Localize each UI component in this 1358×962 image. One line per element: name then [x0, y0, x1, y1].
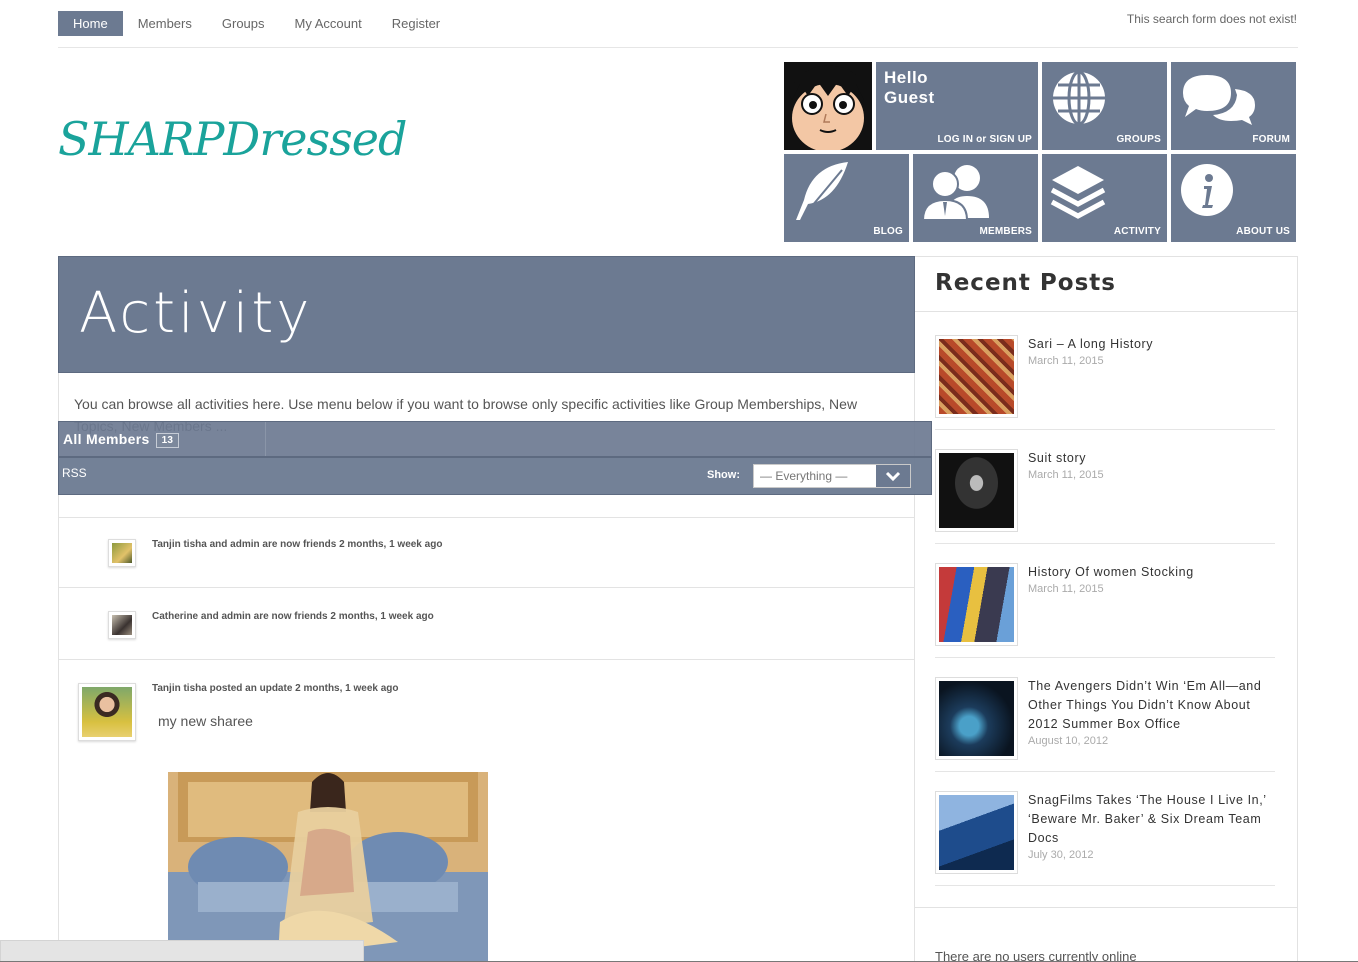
- post-thumbnail-image: [939, 453, 1014, 528]
- tile-forum[interactable]: FORUM: [1171, 62, 1296, 150]
- members-count-badge: 13: [155, 432, 180, 448]
- site-logo[interactable]: SHARPDressed: [58, 112, 407, 166]
- activity-item-text: Catherine and admin are now friends 2 mo…: [152, 611, 434, 622]
- avatar[interactable]: [78, 683, 136, 741]
- chat-bubbles-icon: [1183, 75, 1255, 125]
- post-date: August 10, 2012: [1028, 735, 1109, 747]
- tile-groups[interactable]: GROUPS: [1042, 62, 1167, 150]
- forum-label: FORUM: [1252, 134, 1290, 145]
- globe-icon: [1053, 70, 1105, 126]
- nav-register[interactable]: Register: [377, 11, 455, 36]
- post-thumbnail-image: [939, 567, 1014, 642]
- tile-activity[interactable]: ACTIVITY: [1042, 154, 1167, 242]
- post-date: March 11, 2015: [1028, 469, 1104, 481]
- tile-about-us[interactable]: ABOUT US: [1171, 154, 1296, 242]
- show-label: Show:: [707, 469, 740, 481]
- post-thumbnail-image: [939, 681, 1014, 756]
- saree-photo-image: [168, 772, 488, 962]
- divider: [935, 657, 1275, 658]
- rss-link[interactable]: RSS: [62, 466, 87, 480]
- divider: [935, 543, 1275, 544]
- filter-selected-value: — Everything —: [760, 469, 848, 483]
- activity-filter-bar: RSS Show: — Everything —: [58, 457, 932, 495]
- tab-all-members-label: All Members: [63, 431, 150, 447]
- about-us-label: ABOUT US: [1236, 226, 1290, 237]
- avatar-image: [112, 615, 132, 635]
- feather-icon: [796, 162, 848, 220]
- layers-icon: [1050, 166, 1106, 219]
- tile-members[interactable]: MEMBERS: [913, 154, 1038, 242]
- activity-tabs: All Members 13: [58, 421, 932, 457]
- chevron-down-icon: [885, 471, 901, 482]
- nav-my-account[interactable]: My Account: [280, 11, 377, 36]
- avatar-image: [112, 543, 132, 563]
- page-title: Activity: [79, 281, 313, 346]
- divider: [59, 517, 914, 518]
- post-title[interactable]: Sari – A long History: [1028, 335, 1278, 354]
- post-date: July 30, 2012: [1028, 849, 1094, 861]
- dropdown-toggle[interactable]: [876, 465, 910, 487]
- tab-divider: [265, 422, 266, 456]
- search-message: This search form does not exist!: [1126, 12, 1297, 26]
- activity-header: Activity: [58, 256, 915, 373]
- post-title[interactable]: Suit story: [1028, 449, 1278, 468]
- divider: [59, 587, 914, 588]
- activity-update-content: my new sharee: [158, 713, 253, 729]
- info-icon: [1181, 164, 1233, 216]
- login-label[interactable]: LOG IN or SIGN UP: [937, 134, 1032, 145]
- divider: [935, 885, 1275, 886]
- recent-post-item[interactable]: SnagFilms Takes ‘The House I Live In,’ ‘…: [935, 791, 1275, 875]
- nav-home[interactable]: Home: [58, 11, 123, 36]
- post-title[interactable]: The Avengers Didn’t Win ‘Em All—and Othe…: [1028, 677, 1278, 734]
- divider: [935, 429, 1275, 430]
- recent-post-item[interactable]: History Of women Stocking March 11, 2015: [935, 563, 1275, 647]
- recent-post-item[interactable]: Suit story March 11, 2015: [935, 449, 1275, 533]
- post-date: March 11, 2015: [1028, 583, 1104, 595]
- activity-item-text: Tanjin tisha and admin are now friends 2…: [152, 539, 443, 550]
- post-thumbnail[interactable]: [935, 791, 1018, 874]
- activity-item-text: Tanjin tisha posted an update 2 months, …: [152, 683, 399, 694]
- nav-members[interactable]: Members: [123, 11, 207, 36]
- top-nav: Home Members Groups My Account Register: [58, 11, 455, 36]
- post-title[interactable]: SnagFilms Takes ‘The House I Live In,’ ‘…: [1028, 791, 1278, 848]
- activity-photo[interactable]: [168, 772, 488, 962]
- recent-posts-title: Recent Posts: [935, 270, 1116, 296]
- nav-groups[interactable]: Groups: [207, 11, 280, 36]
- tile-blog[interactable]: BLOG: [784, 154, 909, 242]
- divider: [915, 907, 1298, 908]
- post-thumbnail-image: [939, 795, 1014, 870]
- post-title[interactable]: History Of women Stocking: [1028, 563, 1278, 582]
- post-thumbnail-image: [939, 339, 1014, 414]
- divider: [915, 311, 1298, 312]
- blog-label: BLOG: [873, 226, 903, 237]
- guest-avatar[interactable]: [784, 62, 872, 150]
- post-thumbnail[interactable]: [935, 677, 1018, 760]
- divider: [58, 47, 1298, 48]
- divider: [59, 659, 914, 660]
- post-thumbnail[interactable]: [935, 449, 1018, 532]
- members-label: MEMBERS: [979, 226, 1032, 237]
- tab-all-members[interactable]: All Members 13: [63, 431, 180, 448]
- avatar[interactable]: [108, 539, 136, 567]
- activity-filter-select[interactable]: — Everything —: [753, 464, 911, 488]
- status-bar: [0, 940, 364, 962]
- avatar[interactable]: [108, 611, 136, 639]
- hello-text: Hello Guest: [884, 68, 935, 107]
- divider: [935, 771, 1275, 772]
- recent-post-item[interactable]: The Avengers Didn’t Win ‘Em All—and Othe…: [935, 677, 1275, 761]
- groups-label: GROUPS: [1116, 134, 1161, 145]
- post-thumbnail[interactable]: [935, 563, 1018, 646]
- cartoon-face-icon: [784, 62, 872, 150]
- avatar-image: [82, 687, 132, 737]
- users-icon: [921, 165, 989, 220]
- post-thumbnail[interactable]: [935, 335, 1018, 418]
- page: Home Members Groups My Account Register …: [0, 0, 1358, 962]
- recent-post-item[interactable]: Sari – A long History March 11, 2015: [935, 335, 1275, 419]
- activity-label: ACTIVITY: [1113, 226, 1161, 237]
- tile-login[interactable]: Hello Guest LOG IN or SIGN UP: [876, 62, 1038, 150]
- post-date: March 11, 2015: [1028, 355, 1104, 367]
